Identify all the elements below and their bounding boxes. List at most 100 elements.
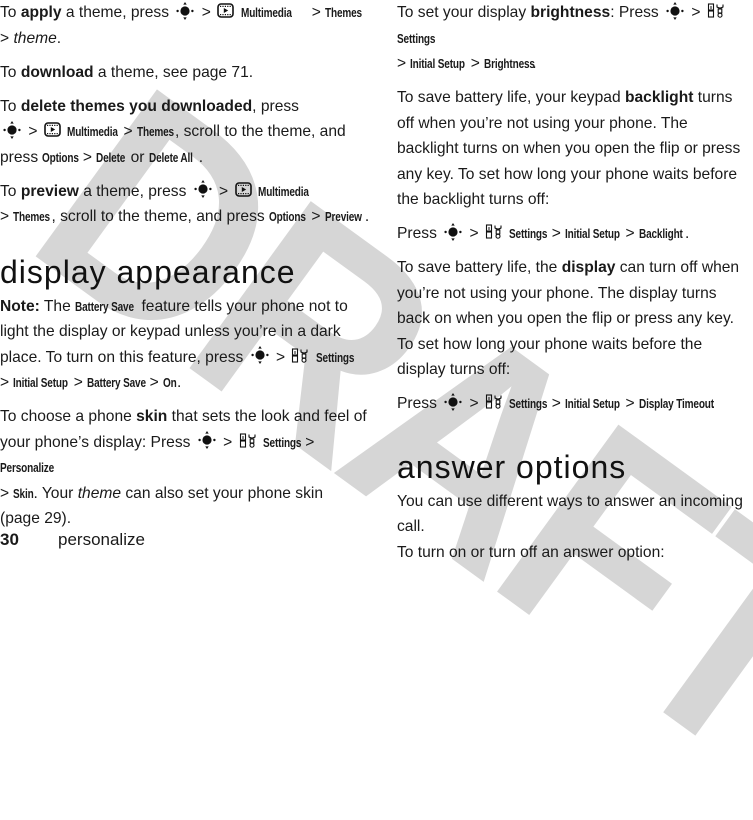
text: . Your xyxy=(33,484,78,502)
menu-item-display-timeout: Display Timeout xyxy=(638,396,714,411)
text: . xyxy=(684,225,690,242)
download-theme-paragraph: To download a theme, see page 71. xyxy=(0,60,370,86)
menu-item-battery-save: Battery Save xyxy=(75,298,135,314)
menu-item-battery-save: Battery Save xyxy=(87,375,147,390)
backlight-paragraph: To save battery life, your keypad backli… xyxy=(397,85,753,213)
keyword-preview: preview xyxy=(20,182,79,200)
menu-separator: > xyxy=(201,4,211,21)
menu-separator: > xyxy=(82,148,92,166)
menu-item-themes: Themes xyxy=(13,209,51,224)
menu-separator: > xyxy=(223,433,233,451)
brightness-paragraph: To set your display brightness: Press > … xyxy=(397,0,753,77)
text: To xyxy=(0,182,21,200)
theme-placeholder: theme xyxy=(13,29,57,47)
menu-item-options: Options xyxy=(269,209,306,224)
nav-key-icon xyxy=(666,1,684,20)
settings-icon xyxy=(292,348,308,363)
keyword-display: display xyxy=(561,259,616,276)
text: To save battery life, your keypad xyxy=(397,89,625,106)
menu-separator: > xyxy=(73,374,83,391)
text: To set your display xyxy=(397,4,531,21)
text: You can use different ways to answer an … xyxy=(397,492,743,536)
menu-separator: > xyxy=(0,29,10,47)
text: , scroll to the theme, and press xyxy=(51,208,270,225)
menu-separator: > xyxy=(691,4,701,21)
text: . xyxy=(56,29,62,47)
menu-separator: > xyxy=(0,484,10,502)
text: To save battery life, the xyxy=(397,259,562,276)
text: a theme, press xyxy=(61,4,174,21)
nav-key-icon xyxy=(198,431,216,450)
text: a theme, press xyxy=(78,182,191,200)
text: , press xyxy=(252,97,299,115)
keyword-skin: skin xyxy=(136,408,168,425)
menu-separator: > xyxy=(469,395,479,412)
keyword-download: download xyxy=(20,63,94,81)
apply-theme-paragraph: To apply a theme, press > Multimedia > T… xyxy=(0,0,370,51)
nav-key-icon xyxy=(444,392,462,411)
menu-item-themes: Themes xyxy=(325,5,363,20)
settings-icon xyxy=(485,394,502,410)
menu-item-delete-all: Delete All xyxy=(148,149,193,165)
menu-separator: > xyxy=(0,208,10,225)
menu-item-backlight: Backlight xyxy=(638,226,683,241)
delete-theme-paragraph: To delete themes you downloaded, press >… xyxy=(0,94,370,171)
page-number: 30 xyxy=(0,530,19,549)
text: a theme, see page 71. xyxy=(93,63,254,81)
menu-item-themes: Themes xyxy=(136,124,174,139)
nav-key-icon xyxy=(251,346,269,365)
multimedia-icon xyxy=(234,182,252,197)
battery-save-note: Note: The Battery Save feature tells you… xyxy=(0,294,370,396)
text: Press xyxy=(397,395,442,412)
settings-icon xyxy=(239,433,256,448)
menu-item-settings: Settings xyxy=(397,30,436,46)
menu-item-settings: Settings xyxy=(262,434,302,450)
section-name: personalize xyxy=(58,530,145,549)
keyword-delete: delete themes you downloaded xyxy=(20,97,253,115)
text: , scroll to the theme, and xyxy=(174,123,346,140)
left-column: To apply a theme, press > Multimedia > T… xyxy=(0,0,370,532)
multimedia-icon xyxy=(217,3,234,19)
preview-theme-paragraph: To preview a theme, press > Multimedia >… xyxy=(0,179,370,230)
menu-separator: > xyxy=(275,348,286,366)
menu-item-brightness: Brightness xyxy=(484,56,536,71)
menu-item-settings: Settings xyxy=(509,396,548,411)
multimedia-icon xyxy=(43,122,61,138)
text: : Press xyxy=(610,4,664,21)
menu-separator: > xyxy=(219,182,229,200)
menu-item-settings: Settings xyxy=(509,226,548,241)
menu-separator: > xyxy=(311,4,321,21)
menu-separator: > xyxy=(305,433,315,451)
skin-paragraph: To choose a phone skin that sets the loo… xyxy=(0,404,370,532)
text: To xyxy=(0,4,21,21)
menu-item-initial-setup: Initial Setup xyxy=(410,56,466,71)
theme-term: theme xyxy=(77,484,122,502)
menu-separator: > xyxy=(397,55,407,72)
text: or xyxy=(126,148,149,166)
display-timeout-paragraph: To save battery life, the display can tu… xyxy=(397,255,753,383)
page-footer: 30 personalize xyxy=(0,528,145,552)
menu-item-skin: Skin xyxy=(13,485,35,501)
text: To xyxy=(0,97,21,115)
text: . xyxy=(177,374,182,391)
text: can turn off when you’re not using your … xyxy=(397,259,740,378)
menu-separator: > xyxy=(123,123,133,140)
menu-separator: > xyxy=(0,374,10,391)
menu-item-settings: Settings xyxy=(315,349,355,365)
settings-icon xyxy=(707,3,724,19)
settings-icon xyxy=(485,224,502,240)
text: . xyxy=(198,148,204,166)
menu-separator: > xyxy=(470,55,480,72)
right-column: To set your display brightness: Press > … xyxy=(397,0,753,565)
text: press xyxy=(0,148,43,166)
menu-item-multimedia: Multimedia xyxy=(257,183,309,199)
display-timeout-press-path: Press > Settings > Initial Setup > Displ… xyxy=(397,391,753,417)
menu-item-personalize: Personalize xyxy=(0,460,55,475)
backlight-press-path: Press > Settings > Initial Setup > Backl… xyxy=(397,221,753,247)
nav-key-icon xyxy=(444,222,462,241)
answer-options-paragraph: You can use different ways to answer an … xyxy=(397,489,753,566)
menu-item-initial-setup: Initial Setup xyxy=(565,226,620,241)
menu-separator: > xyxy=(551,395,561,412)
section-heading-answer-options: answer options xyxy=(397,448,627,485)
text: . xyxy=(364,208,370,225)
